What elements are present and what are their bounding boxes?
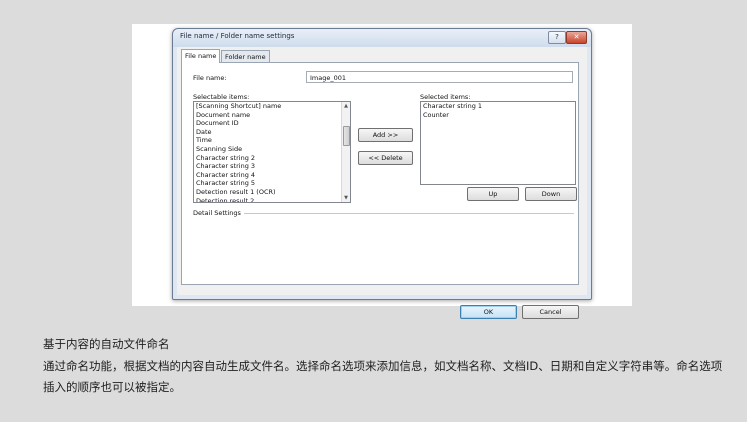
list-item[interactable]: Counter <box>421 111 575 120</box>
tab-panel: File name: Image_001 Selectable items: [… <box>181 62 579 285</box>
dialog-client-area: File name Folder name File name: Image_0… <box>177 47 587 319</box>
scroll-thumb[interactable] <box>343 126 350 146</box>
dialog-title: File name / Folder name settings <box>180 32 295 40</box>
list-item[interactable]: Character string 5 <box>194 179 350 188</box>
close-button[interactable]: ✕ <box>566 31 587 44</box>
list-item[interactable]: Date <box>194 128 350 137</box>
list-item[interactable]: Scanning Side <box>194 145 350 154</box>
file-name-label: File name: <box>193 74 227 82</box>
caption-title: 基于内容的自动文件命名 <box>43 337 170 351</box>
list-item[interactable]: Detection result 2 <box>194 197 350 202</box>
down-button[interactable]: Down <box>525 187 577 201</box>
selected-items-label: Selected items: <box>420 93 471 101</box>
selected-items-list[interactable]: Character string 1 Counter <box>420 101 576 185</box>
screenshot-panel: File name / Folder name settings ? ✕ Fil… <box>132 24 632 319</box>
up-button[interactable]: Up <box>467 187 519 201</box>
detail-settings-label: Detail Settings <box>193 209 241 217</box>
list-item[interactable]: Time <box>194 136 350 145</box>
help-button[interactable]: ? <box>548 31 566 44</box>
settings-dialog: File name / Folder name settings ? ✕ Fil… <box>172 28 592 319</box>
title-bar: File name / Folder name settings ? ✕ <box>173 29 591 47</box>
vertical-scrollbar[interactable]: ▲ ▼ <box>341 102 350 202</box>
list-item[interactable]: Character string 3 <box>194 162 350 171</box>
scroll-up-arrow-icon[interactable]: ▲ <box>342 102 350 110</box>
cancel-button[interactable]: Cancel <box>522 305 579 319</box>
list-item[interactable]: Character string 1 <box>421 102 575 111</box>
divider <box>244 213 574 214</box>
list-item[interactable]: Document name <box>194 111 350 120</box>
add-button[interactable]: Add >> <box>358 128 413 142</box>
tab-file-name[interactable]: File name <box>181 49 221 63</box>
list-item[interactable]: [Scanning Shortcut] name <box>194 102 350 111</box>
list-item[interactable]: Character string 4 <box>194 171 350 180</box>
file-name-input[interactable]: Image_001 <box>306 71 573 83</box>
delete-button[interactable]: << Delete <box>358 151 413 165</box>
list-item[interactable]: Document ID <box>194 119 350 128</box>
list-item[interactable]: Character string 2 <box>194 154 350 163</box>
list-item[interactable]: Detection result 1 (OCR) <box>194 188 350 197</box>
caption-body: 通过命名功能，根据文档的内容自动生成文件名。选择命名选项来添加信息，如文档名称、… <box>43 359 723 394</box>
scroll-down-arrow-icon[interactable]: ▼ <box>342 194 350 202</box>
ok-button[interactable]: OK <box>460 305 517 319</box>
selectable-items-label: Selectable items: <box>193 93 250 101</box>
selectable-items-list[interactable]: [Scanning Shortcut] name Document name Doc… <box>193 101 351 203</box>
